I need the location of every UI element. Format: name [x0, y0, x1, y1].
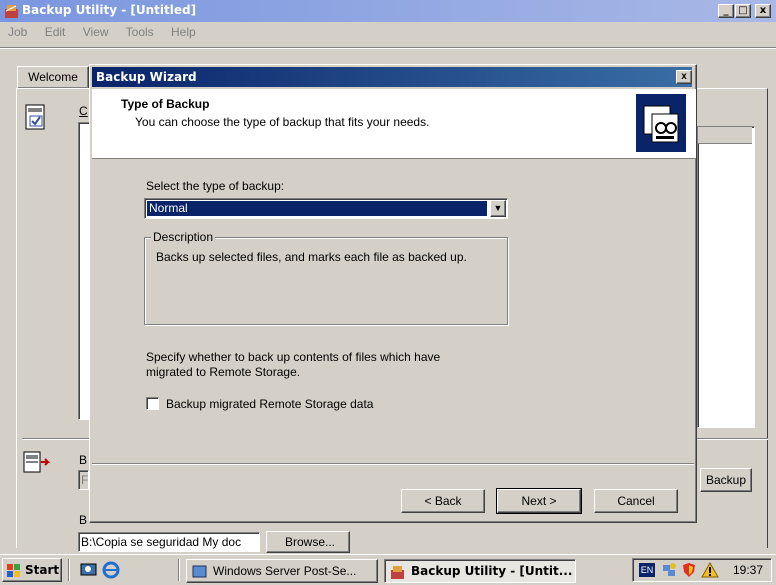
bg-partial-label-c: C: [79, 104, 88, 118]
quicklaunch-separator: [68, 559, 70, 581]
menu-bar: Job Edit View Tools Help: [8, 25, 210, 43]
bg-partial-label-b2: B: [79, 513, 88, 527]
minimize-button[interactable]: _: [718, 4, 734, 18]
migrated-data-checkbox[interactable]: [146, 397, 159, 410]
tab-welcome-label: Welcome: [28, 70, 78, 84]
backup-type-select[interactable]: Normal ▼: [144, 198, 508, 219]
system-tray: EN 19:37: [632, 558, 772, 582]
task-windows-server-label: Windows Server Post-Se...: [213, 564, 357, 578]
dialog-title-bar[interactable]: Backup Wizard: [92, 67, 692, 87]
start-backup-button[interactable]: Backup: [700, 468, 752, 492]
server-task-icon: [192, 564, 208, 578]
backup-app-icon: [4, 3, 20, 19]
task-backup-utility-label: Backup Utility - [Untit...: [411, 564, 573, 578]
backup-wizard-dialog: Backup Wizard x Type of Backup You can c…: [89, 64, 697, 523]
internet-explorer-icon[interactable]: [102, 561, 120, 579]
menu-help[interactable]: Help: [171, 25, 196, 39]
menu-edit[interactable]: Edit: [45, 25, 66, 39]
wizard-header: Type of Backup You can choose the type o…: [92, 89, 696, 159]
bg-right-pane: [697, 126, 755, 428]
bg-partial-field: F: [78, 470, 89, 490]
cancel-button[interactable]: Cancel: [594, 489, 678, 513]
backup-type-selected: Normal: [147, 201, 487, 216]
cancel-label: Cancel: [617, 494, 655, 508]
clock[interactable]: 19:37: [733, 563, 763, 577]
main-title-text: Backup Utility - [Untitled]: [22, 3, 197, 17]
backup-type-label: Select the type of backup:: [146, 179, 285, 193]
bg-partial-label-b1: B: [79, 453, 88, 467]
security-shield-icon[interactable]: [681, 562, 697, 578]
bg-partial-label-f: F: [81, 473, 89, 487]
menu-job[interactable]: Job: [8, 25, 27, 39]
migrated-data-checkbox-label[interactable]: Backup migrated Remote Storage data: [166, 397, 373, 411]
close-button[interactable]: x: [755, 4, 771, 18]
next-label: Next >: [521, 494, 557, 508]
task-windows-server[interactable]: Windows Server Post-Se...: [186, 559, 378, 583]
start-label: Start: [25, 563, 60, 577]
button-divider: [92, 463, 694, 465]
maximize-button[interactable]: □: [735, 4, 751, 18]
back-label: < Back: [424, 494, 462, 508]
browse-label: Browse...: [285, 535, 336, 549]
menu-tools[interactable]: Tools: [126, 25, 154, 39]
wizard-doc-icon: [24, 104, 48, 132]
backup-destination-input[interactable]: B:\Copia se seguridad My doc: [78, 532, 260, 552]
start-button[interactable]: Start: [2, 558, 62, 582]
backup-dest-icon: [22, 450, 51, 476]
tab-welcome[interactable]: Welcome: [17, 66, 89, 88]
backup-destination-value: B:\Copia se seguridad My doc: [81, 535, 242, 549]
network-tray-icon[interactable]: [661, 562, 677, 578]
description-legend: Description: [151, 230, 216, 244]
backup-type-value: Normal: [149, 201, 188, 215]
bg-right-pane-header: [698, 127, 752, 144]
dialog-close-button[interactable]: x: [676, 70, 692, 84]
windows-logo-icon: [7, 563, 21, 577]
description-text: Backs up selected files, and marks each …: [156, 250, 467, 264]
main-title-bar[interactable]: Backup Utility - [Untitled] _ □ x: [0, 0, 776, 22]
language-indicator[interactable]: EN: [639, 563, 655, 577]
start-backup-label: Backup: [705, 473, 747, 487]
taskbar: Start Windows Server Post-Se... Backup U…: [0, 554, 776, 585]
taskbar-separator: [178, 559, 180, 581]
show-desktop-icon[interactable]: [80, 561, 98, 579]
migrate-text-line2: migrated to Remote Storage.: [146, 365, 301, 379]
task-backup-utility[interactable]: Backup Utility - [Untit...: [384, 559, 576, 583]
dialog-title-text: Backup Wizard: [96, 70, 197, 84]
migrate-text-line1: Specify whether to back up contents of f…: [146, 350, 441, 364]
back-button[interactable]: < Back: [401, 489, 485, 513]
browse-button[interactable]: Browse...: [266, 531, 350, 553]
backup-task-icon: [390, 564, 406, 580]
wizard-header-title: Type of Backup: [121, 97, 210, 111]
warning-tray-icon[interactable]: [701, 561, 719, 578]
menu-view[interactable]: View: [83, 25, 109, 39]
next-button[interactable]: Next >: [496, 488, 582, 514]
wizard-header-subtitle: You can choose the type of backup that f…: [135, 115, 430, 129]
backup-wizard-icon: [636, 94, 686, 152]
menu-divider: [0, 47, 776, 49]
chevron-down-icon[interactable]: ▼: [490, 200, 506, 217]
